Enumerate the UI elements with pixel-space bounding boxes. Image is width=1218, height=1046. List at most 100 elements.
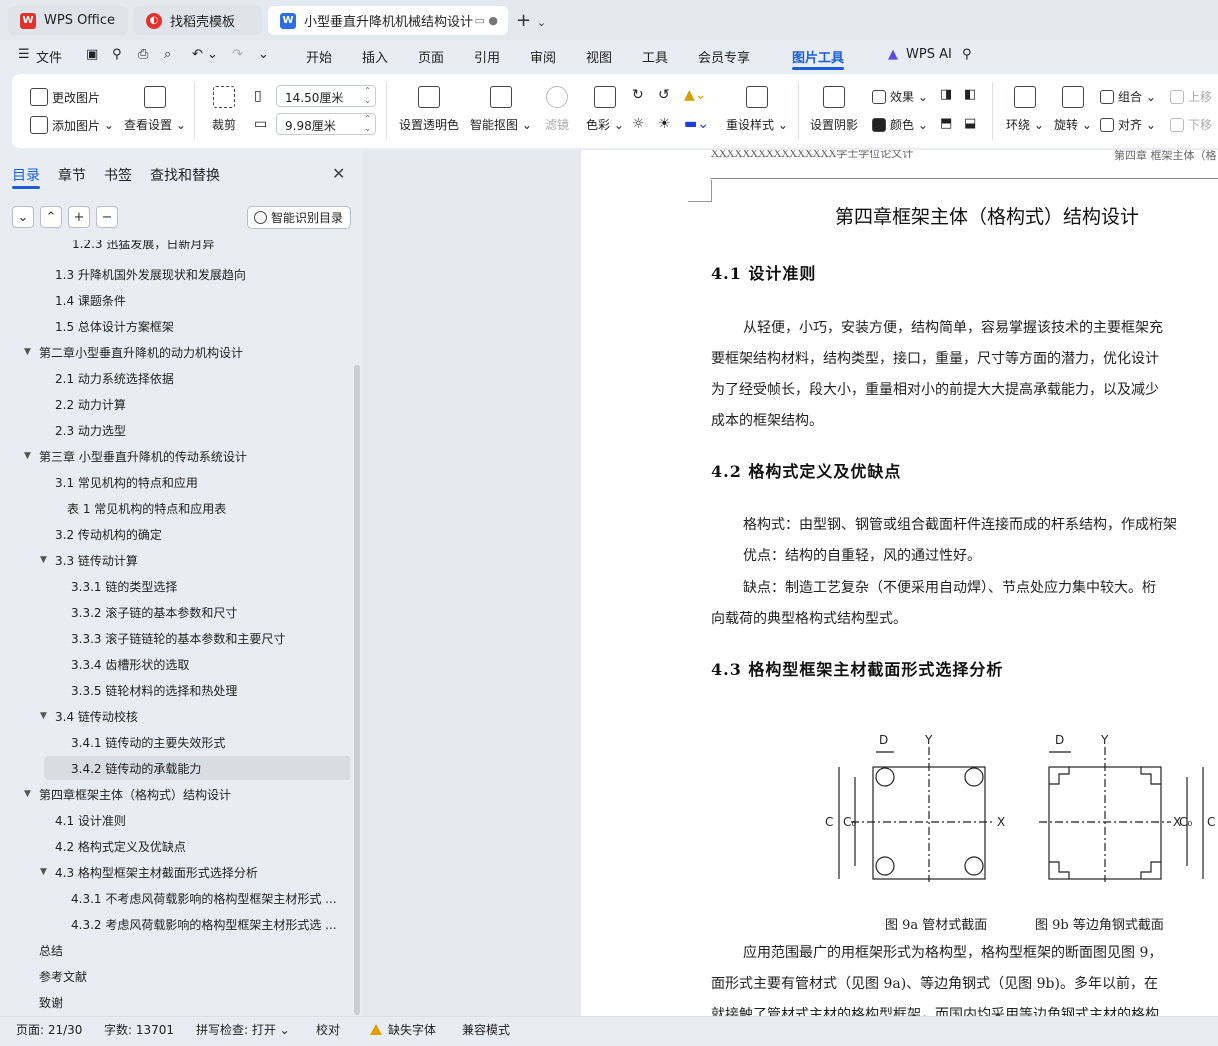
menu-start[interactable]: 开始 bbox=[306, 47, 332, 66]
brightness-up-icon[interactable]: ☼ bbox=[632, 116, 645, 132]
rotate-button[interactable]: 旋转 ⌄ bbox=[1054, 86, 1092, 133]
tab-document[interactable]: W 小型垂直升降机机械结构设计 ▭ ● bbox=[268, 6, 508, 35]
menu-review[interactable]: 审阅 bbox=[530, 47, 556, 66]
tab-wps-office[interactable]: W WPS Office bbox=[8, 6, 128, 35]
menu-reference[interactable]: 引用 bbox=[474, 47, 500, 66]
spin-arrows-icon[interactable]: ⌃ ⌄ bbox=[364, 114, 371, 134]
tab-bookmarks[interactable]: 书签 bbox=[104, 165, 132, 185]
toc-item[interactable]: 2.3 动力选型 bbox=[55, 418, 126, 442]
caret-down-icon[interactable]: ▼ bbox=[24, 451, 31, 461]
highlight-icon[interactable]: ▲⌄ bbox=[684, 87, 707, 103]
effect-button[interactable]: 效果 ⌄ bbox=[872, 88, 928, 105]
toc-item[interactable]: 1.2.3 迅猛发展，日新月异 bbox=[72, 240, 214, 255]
rotate-right-icon[interactable]: ↺ bbox=[658, 87, 670, 103]
move-up-button[interactable]: 上移 bbox=[1170, 88, 1212, 105]
filter-button[interactable]: 滤镜 bbox=[545, 86, 569, 133]
redo-icon[interactable]: ↷ bbox=[232, 47, 243, 62]
crop-button[interactable]: 裁剪 bbox=[212, 86, 236, 133]
align-bottom-icon[interactable]: ⬓ bbox=[964, 116, 976, 131]
wrap-button[interactable]: 环绕 ⌄ bbox=[1006, 86, 1044, 133]
smart-cutout-button[interactable]: 智能抠图 ⌄ bbox=[470, 86, 532, 133]
toc-item[interactable]: 参考文献 bbox=[39, 964, 87, 988]
toc-item[interactable]: 3.3.5 链轮材料的选择和热处理 bbox=[71, 678, 237, 702]
toc-item[interactable]: ▼ 4.3 格构型框架主材截面形式选择分析 bbox=[40, 860, 258, 884]
menu-wps-ai[interactable]: WPS AI bbox=[906, 47, 952, 62]
toc-item[interactable]: ▼ 3.4 链传动校核 bbox=[40, 704, 138, 728]
menu-page[interactable]: 页面 bbox=[418, 47, 444, 66]
set-shadow-button[interactable]: 设置阴影 bbox=[810, 86, 858, 133]
quick-more-icon[interactable]: ⌄ bbox=[258, 47, 269, 62]
toc-item[interactable]: 2.1 动力系统选择依据 bbox=[55, 366, 174, 390]
collapse-all-button[interactable]: ⌃ bbox=[40, 206, 62, 228]
toc-item[interactable]: 3.1 常见机构的特点和应用 bbox=[55, 470, 198, 494]
bring-forward-icon[interactable]: ◨ bbox=[940, 87, 952, 102]
remove-entry-button[interactable]: − bbox=[96, 206, 118, 228]
view-settings-button[interactable]: 查看设置 ⌄ bbox=[124, 86, 186, 133]
toc-item[interactable]: 3.3.1 链的类型选择 bbox=[71, 574, 177, 598]
toc-item[interactable]: 1.5 总体设计方案框架 bbox=[55, 314, 174, 338]
align-button[interactable]: 对齐 ⌄ bbox=[1100, 116, 1156, 133]
toc-item[interactable]: ▼ 3.3 链传动计算 bbox=[40, 548, 138, 572]
close-icon[interactable]: ✕ bbox=[332, 164, 345, 183]
toc-item[interactable]: 1.4 课题条件 bbox=[55, 288, 126, 312]
spin-arrows-icon[interactable]: ⌃ ⌄ bbox=[364, 86, 371, 106]
print-icon[interactable]: ⎙ bbox=[138, 47, 148, 62]
page-indicator[interactable]: 页面: 21/30 bbox=[16, 1021, 82, 1038]
change-picture-button[interactable]: 更改图片 bbox=[30, 88, 100, 106]
document-canvas[interactable]: XXXXXXXXXXXXXXXX学士学位论文计 第四章 框架主体（格 第四章框架… bbox=[363, 150, 1218, 1016]
tab-template[interactable]: ◐ 找稻壳模板 bbox=[134, 6, 262, 35]
word-count[interactable]: 字数: 13701 bbox=[104, 1021, 174, 1038]
toc-scrollbar[interactable] bbox=[354, 365, 360, 1015]
add-entry-button[interactable]: + bbox=[68, 206, 90, 228]
toc-item[interactable]: 4.1 设计准则 bbox=[55, 808, 126, 832]
smart-toc-button[interactable]: 智能识别目录 bbox=[247, 206, 351, 229]
toc-item[interactable]: 3.2 传动机构的确定 bbox=[55, 522, 162, 546]
brightness-down-icon[interactable]: ☀ bbox=[658, 116, 671, 132]
toc-item[interactable]: ▼ 第二章小型垂直升降机的动力机构设计 bbox=[24, 340, 243, 364]
fill-color-button[interactable]: 颜色 ⌄ bbox=[872, 116, 928, 133]
tab-status-icon[interactable]: ▭ ● bbox=[475, 14, 499, 27]
hamburger-icon[interactable]: ☰ bbox=[18, 47, 30, 62]
caret-down-icon[interactable]: ▼ bbox=[24, 789, 31, 799]
proofread[interactable]: 校对 bbox=[316, 1021, 340, 1038]
expand-all-button[interactable]: ⌄ bbox=[12, 206, 34, 228]
reset-style-button[interactable]: 重设样式 ⌄ bbox=[726, 86, 788, 133]
caret-down-icon[interactable]: ▼ bbox=[40, 711, 47, 721]
menu-view[interactable]: 视图 bbox=[586, 47, 612, 66]
height-input[interactable]: 9.98厘米 ⌃ ⌄ bbox=[276, 113, 376, 135]
menu-insert[interactable]: 插入 bbox=[362, 47, 388, 66]
toc-item[interactable]: 表 1 常见机构的特点和应用表 bbox=[67, 496, 226, 520]
move-down-button[interactable]: 下移 bbox=[1170, 116, 1212, 133]
toc-item[interactable]: 致谢 bbox=[39, 990, 63, 1014]
spell-check[interactable]: 拼写检查: 打开 ⌄ bbox=[196, 1021, 290, 1038]
toc-item[interactable]: 4.3.2 考虑风荷载影响的格构型框架主材形式选 ... bbox=[71, 912, 337, 936]
width-input[interactable]: 14.50厘米 ⌃ ⌄ bbox=[276, 85, 376, 107]
caret-down-icon[interactable]: ▼ bbox=[24, 347, 31, 357]
toc-item[interactable]: 3.3.2 滚子链的基本参数和尺寸 bbox=[71, 600, 237, 624]
rotate-left-icon[interactable]: ↻ bbox=[632, 87, 644, 103]
menu-tools[interactable]: 工具 bbox=[642, 47, 668, 66]
share-icon[interactable]: ⚲ bbox=[112, 47, 122, 62]
toc-item[interactable]: 3.4.1 链传动的主要失效形式 bbox=[71, 730, 225, 754]
border-color-icon[interactable]: ▬⌄ bbox=[684, 116, 709, 132]
toc-item[interactable]: ▼ 第三章 小型垂直升降机的传动系统设计 bbox=[24, 444, 247, 468]
document-page[interactable]: XXXXXXXXXXXXXXXX学士学位论文计 第四章 框架主体（格 第四章框架… bbox=[581, 150, 1218, 1016]
group-button[interactable]: 组合 ⌄ bbox=[1100, 88, 1156, 105]
toc-item[interactable]: 4.2 格构式定义及优缺点 bbox=[55, 834, 186, 858]
menu-file[interactable]: 文件 bbox=[36, 47, 62, 66]
missing-font[interactable]: 缺失字体 bbox=[370, 1021, 436, 1038]
save-icon[interactable]: ▣ bbox=[86, 47, 98, 62]
toc-item[interactable]: 3.3.3 滚子链链轮的基本参数和主要尺寸 bbox=[71, 626, 285, 650]
toc-item[interactable]: 2.2 动力计算 bbox=[55, 392, 126, 416]
menu-member[interactable]: 会员专享 bbox=[698, 47, 750, 66]
align-top-icon[interactable]: ⬒ bbox=[940, 116, 952, 131]
new-tab-button[interactable]: + ⌄ bbox=[516, 10, 546, 31]
add-picture-button[interactable]: 添加图片 ⌄ bbox=[30, 116, 114, 134]
send-backward-icon[interactable]: ◧ bbox=[964, 87, 976, 102]
color-button[interactable]: 色彩 ⌄ bbox=[586, 86, 624, 133]
set-transparent-button[interactable]: 设置透明色 bbox=[399, 86, 459, 133]
toc-item[interactable]: 4.3.1 不考虑风荷载影响的格构型框架主材形式 ... bbox=[71, 886, 337, 910]
figure-9-sections[interactable]: D Y X C C₀ C D Y X C₀ C C bbox=[821, 732, 1218, 882]
tab-chapters[interactable]: 章节 bbox=[58, 165, 86, 185]
toc-item[interactable]: 总结 bbox=[39, 938, 63, 962]
